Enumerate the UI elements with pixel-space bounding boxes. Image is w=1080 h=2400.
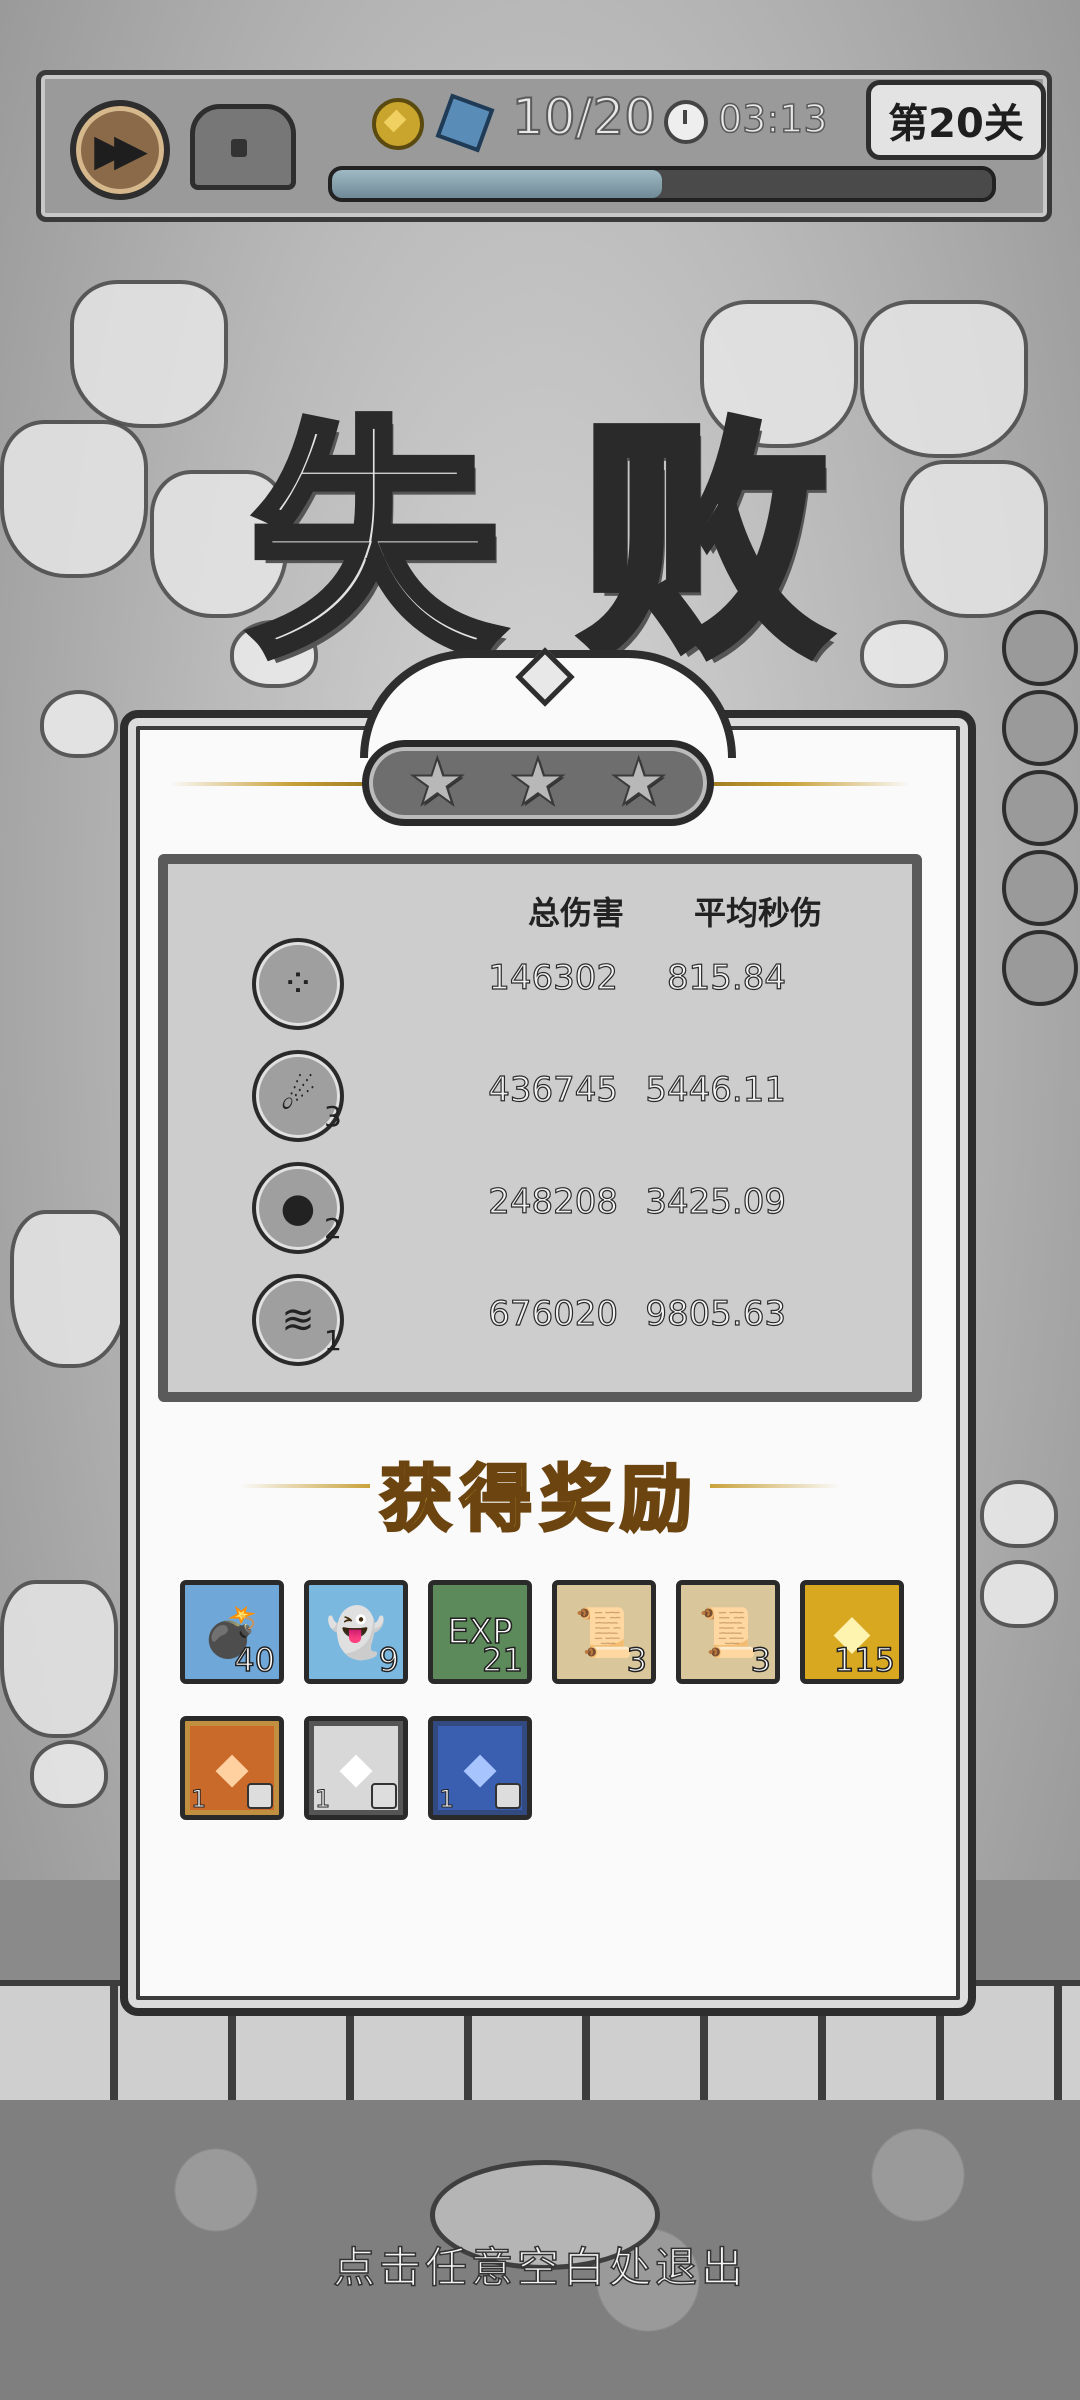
skill-level: 2 xyxy=(324,1212,342,1245)
side-skill-icon xyxy=(1002,770,1078,846)
side-skill-icon xyxy=(1002,850,1078,926)
defeat-title: 失败 xyxy=(245,390,910,694)
skill-row: ● 2 248208 3425.09 xyxy=(168,1162,912,1262)
avg-dps-value: 5446.11 xyxy=(645,1069,787,1110)
material-level: 1 xyxy=(438,1785,455,1814)
reward-item[interactable]: 👻 9 xyxy=(304,1580,408,1684)
material-level: 1 xyxy=(190,1785,207,1814)
reward-item[interactable]: 📜 3 xyxy=(552,1580,656,1684)
skill-row: ≋ 1 676020 9805.63 xyxy=(168,1274,912,1374)
coin-icon xyxy=(372,98,424,150)
gold-divider-left xyxy=(170,782,370,786)
star-empty-icon: ★ xyxy=(609,746,668,820)
chest-icon[interactable] xyxy=(190,104,296,190)
side-skill-icon xyxy=(1002,930,1078,1006)
header-avg-dps: 平均秒伤 xyxy=(694,894,823,932)
avg-dps-value: 815.84 xyxy=(666,957,786,998)
exit-hint[interactable]: 点击任意空白处退出 xyxy=(0,2234,1080,2295)
rewards-title: 获得奖励 xyxy=(378,1455,700,1543)
reward-count: 115 xyxy=(833,1640,896,1679)
wave-counter: 10/20 xyxy=(511,87,657,147)
star-rating: ★ ★ ★ xyxy=(362,740,714,826)
reward-item[interactable]: 📜 3 xyxy=(676,1580,780,1684)
gold-divider-right xyxy=(710,782,910,786)
reward-count: 40 xyxy=(234,1640,276,1679)
reward-count: 9 xyxy=(378,1640,400,1679)
fast-forward-button[interactable]: ▶▶ xyxy=(70,100,170,200)
level-badge: 第20关 xyxy=(866,80,1046,160)
material-item[interactable]: ⬥ 1 xyxy=(180,1716,284,1820)
total-damage-value: 676020 xyxy=(488,1293,619,1334)
skill-row: ☄ 3 436745 5446.11 xyxy=(168,1050,912,1150)
wave-progress-fill xyxy=(332,170,662,198)
total-damage-value: 436745 xyxy=(488,1069,619,1110)
reward-count: 21 xyxy=(482,1640,524,1679)
reward-count: 3 xyxy=(750,1640,772,1679)
material-item[interactable]: ⬥ 1 xyxy=(304,1716,408,1820)
reward-count: 3 xyxy=(626,1640,648,1679)
damage-stats-table: 总伤害 平均秒伤 ⁘ 146302 815.84 ☄ 3 436745 5446… xyxy=(158,854,922,1402)
skill-level: 1 xyxy=(324,1324,342,1357)
skill-row: ⁘ 146302 815.84 xyxy=(168,938,912,1038)
reward-item[interactable]: EXP 21 xyxy=(428,1580,532,1684)
seed-shot-icon: ⁘ xyxy=(252,938,344,1030)
material-item[interactable]: ⬥ 1 xyxy=(428,1716,532,1820)
total-damage-value: 146302 xyxy=(488,957,619,998)
reward-item[interactable]: ◆ 115 xyxy=(800,1580,904,1684)
avg-dps-value: 3425.09 xyxy=(645,1181,787,1222)
material-badge-icon xyxy=(495,1783,521,1809)
total-damage-value: 248208 xyxy=(488,1181,619,1222)
material-badge-icon xyxy=(371,1783,397,1809)
fast-forward-icon: ▶▶ xyxy=(94,124,148,176)
reward-item[interactable]: 💣 40 xyxy=(180,1580,284,1684)
avg-dps-value: 9805.63 xyxy=(645,1293,787,1334)
material-badge-icon xyxy=(247,1783,273,1809)
header-total-damage: 总伤害 xyxy=(528,894,625,932)
skill-level: 3 xyxy=(324,1100,342,1133)
material-level: 1 xyxy=(314,1785,331,1814)
clock-icon xyxy=(664,100,708,144)
star-empty-icon: ★ xyxy=(408,746,467,820)
star-empty-icon: ★ xyxy=(508,746,567,820)
wave-progress-bar xyxy=(328,166,996,202)
timer: 03:13 xyxy=(717,96,828,142)
